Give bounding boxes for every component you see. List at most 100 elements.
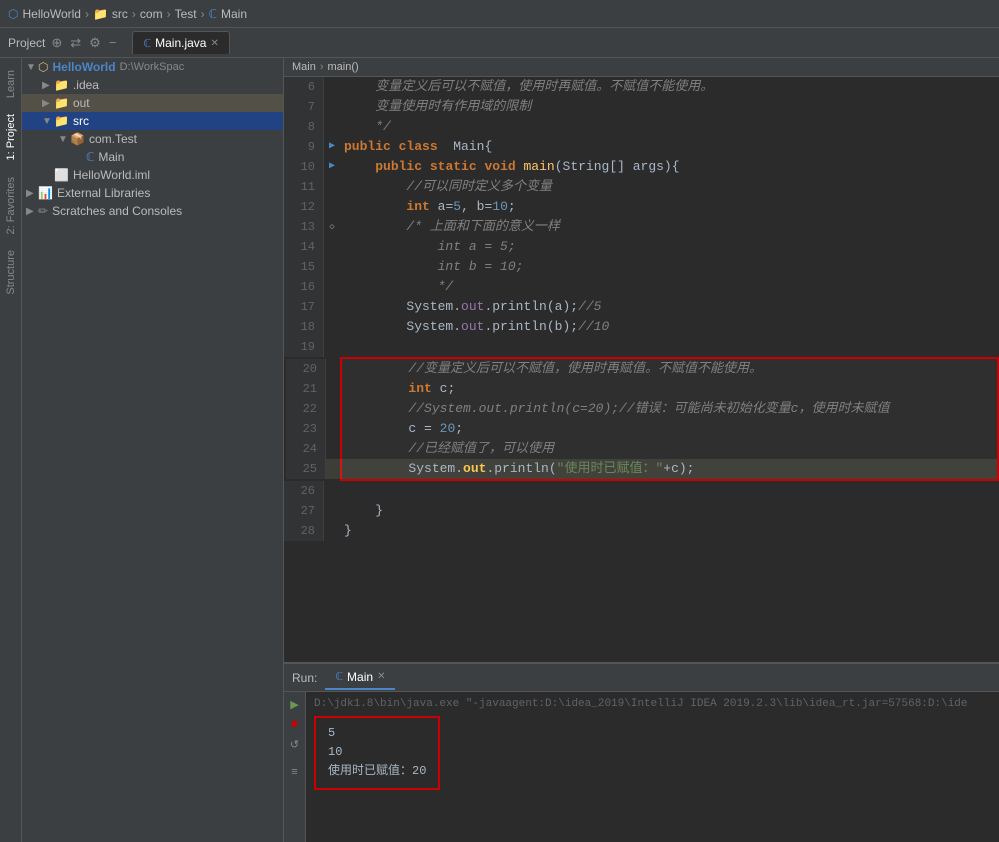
arrow-icon: ▶ [26,206,38,217]
code-line-26: 26 [284,481,999,501]
tree-label-scratches: Scratches and Consoles [52,204,182,218]
line-content-6: 变量定义后可以不赋值，使用时再赋值。不赋值不能使用。 [340,77,713,97]
tree-item-iml[interactable]: ⬜ HelloWorld.iml [22,166,283,184]
tab-learn[interactable]: Learn [2,62,20,106]
tree-item-main[interactable]: ℂ Main [22,148,283,166]
line-num-7: 7 [284,97,324,117]
code-line-24: 24 //已经赋值了，可以使用 [286,439,997,459]
bc-main-method: main() [328,61,359,73]
line-content-19 [340,337,352,357]
line-content-12: int a=5, b=10; [340,197,516,217]
bc-main-label: Main [292,61,316,73]
tree-label-src: src [73,114,89,128]
tree-item-out[interactable]: ▶ 📁 out [22,94,283,112]
code-editor[interactable]: 6 变量定义后可以不赋值，使用时再赋值。不赋值不能使用。 7 变量使用时有作用域… [284,77,999,662]
tab-run-main[interactable]: ℂ Main ✕ [325,666,395,690]
tab-2-favorites[interactable]: 2: Favorites [2,169,20,242]
line-num-14: 14 [284,237,324,257]
code-line-25: 25 System.out.println("使用时已赋值："+c); [286,459,997,479]
tree-item-idea[interactable]: ▶ 📁 .idea [22,76,283,94]
line-num-13: 13 [284,217,324,237]
line-content-20: //变量定义后可以不赋值，使用时再赋值。不赋值不能使用。 [342,359,762,379]
output-box: 5 10 使用时已赋值：20 [314,716,440,790]
minimize-btn[interactable]: − [107,33,119,52]
code-line-18: 18 System.out.println(b);//10 [284,317,999,337]
run-arrow-10: ▶ [324,157,340,177]
code-line-22: 22 //System.out.println(c=20);//错误：可能尚未初… [286,399,997,419]
line-content-8: */ [340,117,391,137]
libs-icon: 📊 [38,186,53,200]
arrow-icon: ▼ [58,134,70,145]
run-tab-label: Main [347,670,373,684]
tree-label-helloworld: HelloWorld [52,60,115,74]
code-line-10: 10 ▶ public static void main(String[] ar… [284,157,999,177]
highlighted-code-block: 20 //变量定义后可以不赋值，使用时再赋值。不赋值不能使用。 21 int c… [340,357,999,481]
tab-close-btn[interactable]: ✕ [210,38,218,49]
line-content-21: int c; [342,379,455,399]
tree-item-ext-libs[interactable]: ▶ 📊 External Libraries [22,184,283,202]
project-tree: ▼ ⬡ HelloWorld D:\WorkSpac ▶ 📁 .idea ▶ 📁… [22,58,284,842]
run-sort-btn[interactable]: ≡ [287,764,303,780]
run-rerun-btn[interactable]: ↺ [287,736,303,752]
arrow-icon: ▶ [42,98,54,109]
code-line-8: 8 */ [284,117,999,137]
line-content-26 [340,481,352,501]
line-content-22: //System.out.println(c=20);//错误：可能尚未初始化变… [342,399,889,419]
bc-folder-icon: 📁 [93,7,108,21]
project-icon: ⬡ [38,60,48,74]
code-line-7: 7 变量使用时有作用域的限制 [284,97,999,117]
line-content-28: } [340,521,352,541]
line-num-24: 24 [286,439,326,459]
bc-java-icon: ℂ [209,7,217,21]
editor-breadcrumb: Main › main() [284,58,999,77]
arrow-icon: ▼ [42,116,54,127]
line-num-15: 15 [284,257,324,277]
tree-item-src[interactable]: ▼ 📁 src [22,112,283,130]
line-num-26: 26 [284,481,324,501]
title-bar: ⬡ HelloWorld › 📁 src › com › Test › ℂ Ma… [0,0,999,28]
tree-label-com-test: com.Test [89,132,137,146]
folder-icon: 📁 [54,78,69,92]
line-num-19: 19 [284,337,324,357]
tab-structure[interactable]: Structure [2,242,20,303]
arrow-icon: ▶ [42,80,54,91]
bc-src: src [112,7,128,21]
run-stop-btn[interactable]: ■ [287,716,303,732]
run-play-btn[interactable]: ▶ [287,696,303,712]
tree-item-scratches[interactable]: ▶ ✏ Scratches and Consoles [22,202,283,220]
tree-item-helloworld[interactable]: ▼ ⬡ HelloWorld D:\WorkSpac [22,58,283,76]
line-content-25: System.out.println("使用时已赋值："+c); [342,459,694,479]
settings-btn[interactable]: ⚙ [87,33,103,53]
code-line-11: 11 //可以同时定义多个变量 [284,177,999,197]
arrow-icon: ▼ [26,62,38,73]
line-num-22: 22 [286,399,326,419]
line-num-25: 25 [286,459,326,479]
line-content-23: c = 20; [342,419,463,439]
line-num-17: 17 [284,297,324,317]
tab-1-project[interactable]: 1: Project [2,106,20,168]
diamond-13: ◇ [324,217,340,237]
output-line-1: 5 [328,724,426,743]
tab-main-java[interactable]: ℂ Main.java ✕ [132,31,229,54]
output-line-3: 使用时已赋值：20 [328,762,426,781]
code-line-16: 16 */ [284,277,999,297]
tab-bar: Project ⊕ ⇄ ⚙ − ℂ Main.java ✕ [0,28,999,58]
tree-item-com-test[interactable]: ▼ 📦 com.Test [22,130,283,148]
line-content-7: 变量使用时有作用域的限制 [340,97,531,117]
line-num-10: 10 [284,157,324,177]
run-tab-close[interactable]: ✕ [377,671,385,682]
code-line-17: 17 System.out.println(a);//5 [284,297,999,317]
line-num-16: 16 [284,277,324,297]
tab-label: Main.java [155,36,206,50]
line-content-24: //已经赋值了，可以使用 [342,439,554,459]
main-layout: Learn 1: Project 2: Favorites Structure … [0,58,999,842]
open-folder-btn[interactable]: ⊕ [49,33,64,53]
bc-helloworld: ⬡ [8,7,18,21]
bottom-content: ▶ ■ ↺ ≡ D:\jdk1.8\bin\java.exe "-javaage… [284,692,999,842]
line-content-18: System.out.println(b);//10 [340,317,609,337]
line-num-11: 11 [284,177,324,197]
iml-icon: ⬜ [54,168,69,182]
folder-icon: 📁 [54,114,69,128]
line-num-28: 28 [284,521,324,541]
sync-btn[interactable]: ⇄ [68,33,83,53]
